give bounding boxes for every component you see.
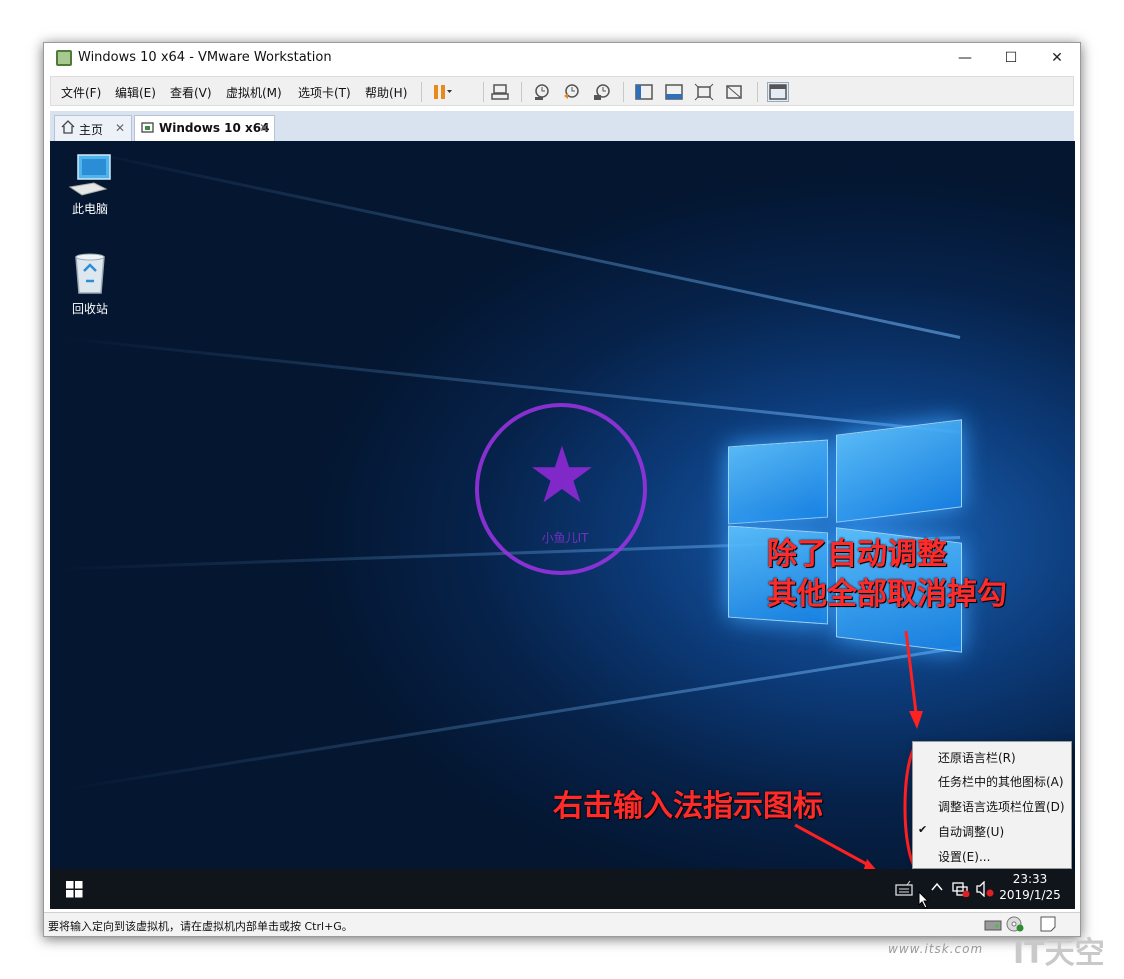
site-watermark: www.itsk.com IT天空 [888,930,1118,971]
vmware-window: Windows 10 x64 - VMware Workstation — ☐ … [43,42,1081,937]
tab-home[interactable]: 主页 ✕ [54,115,132,141]
menu-help[interactable]: 帮助(H) [365,84,407,101]
chevron-up-icon[interactable] [930,880,944,898]
thumbnail-bar-icon[interactable] [663,82,685,102]
keyboard-ime-icon[interactable] [895,880,913,900]
show-library-icon[interactable] [633,82,655,102]
menu-view[interactable]: 查看(V) [170,84,212,101]
close-button[interactable]: ✕ [1034,43,1080,73]
network-icon[interactable] [952,881,970,901]
menu-item-adjust-position[interactable]: 调整语言选项栏位置(D) [938,798,1065,815]
ime-context-menu: 还原语言栏(R) 任务栏中的其他图标(A) 调整语言选项栏位置(D) ✔ 自动调… [912,741,1072,869]
menu-vm[interactable]: 虚拟机(M) [226,84,282,101]
volume-muted-icon[interactable] [976,880,994,901]
tab-vm-label: Windows 10 x64 [159,121,270,135]
tab-bar: 主页 ✕ Windows 10 x64 ✕ [50,111,1074,141]
watermark-brand: IT天空 [1013,936,1105,971]
toolbar-separator [757,82,758,102]
vm-display[interactable]: 此电脑 回收站 ★ 小鱼儿IT 除了自动调整 其他全部取消掉勾 右击输入法指示图… [50,141,1075,909]
menu-toolbar: 文件(F) 编辑(E) 查看(V) 虚拟机(M) 选项卡(T) 帮助(H) [50,76,1074,106]
menu-tabs[interactable]: 选项卡(T) [298,84,351,101]
full-screen-icon[interactable] [693,82,715,102]
vmware-app-icon [56,50,72,66]
windows-taskbar: 23:33 2019/1/25 [50,869,1075,909]
tab-close-icon[interactable]: ✕ [259,121,269,135]
menu-file[interactable]: 文件(F) [61,84,101,101]
menu-item-auto-adjust[interactable]: 自动调整(U) [938,823,1004,840]
send-ctrl-alt-del-icon[interactable] [489,82,511,102]
tab-close-icon[interactable]: ✕ [115,121,125,135]
window-title: Windows 10 x64 - VMware Workstation [78,50,332,65]
arrow-head [909,711,923,729]
title-bar: Windows 10 x64 - VMware Workstation — ☐ … [44,43,1080,73]
status-message: 要将输入定向到该虚拟机，请在虚拟机内部单击或按 Ctrl+G。 [48,920,353,933]
arrow-diagonal [794,823,873,869]
clock-date: 2019/1/25 [999,888,1061,902]
snapshot-manager-icon[interactable] [591,82,613,102]
windows-start-icon[interactable] [66,881,83,902]
tab-home-label: 主页 [79,123,104,137]
unity-mode-icon[interactable] [723,82,745,102]
maximize-button[interactable]: ☐ [988,43,1034,73]
toolbar-separator [521,82,522,102]
clock-time: 23:33 [1012,872,1048,886]
menu-item-settings[interactable]: 设置(E)... [938,848,990,865]
menu-item-restore-language-bar[interactable]: 还原语言栏(R) [938,749,1016,766]
tab-windows-10-x64[interactable]: Windows 10 x64 ✕ [134,115,275,141]
pause-icon[interactable] [431,82,453,102]
minimize-button[interactable]: — [942,43,988,73]
menu-item-additional-icons[interactable]: 任务栏中的其他图标(A) [938,773,1064,790]
snapshot-icon[interactable] [531,82,553,102]
watermark-site: www.itsk.com [888,942,984,956]
toolbar-separator [421,82,422,102]
menu-edit[interactable]: 编辑(E) [115,84,156,101]
console-view-icon[interactable] [767,82,789,102]
clock[interactable]: 23:33 2019/1/25 [998,872,1062,902]
vm-tab-icon [141,121,155,138]
home-icon [61,120,75,137]
toolbar-separator [483,82,484,102]
toolbar-separator [623,82,624,102]
arrow-down [904,630,918,714]
cursor-icon [918,890,930,909]
check-icon: ✔ [918,823,928,836]
revert-snapshot-icon[interactable] [561,82,583,102]
